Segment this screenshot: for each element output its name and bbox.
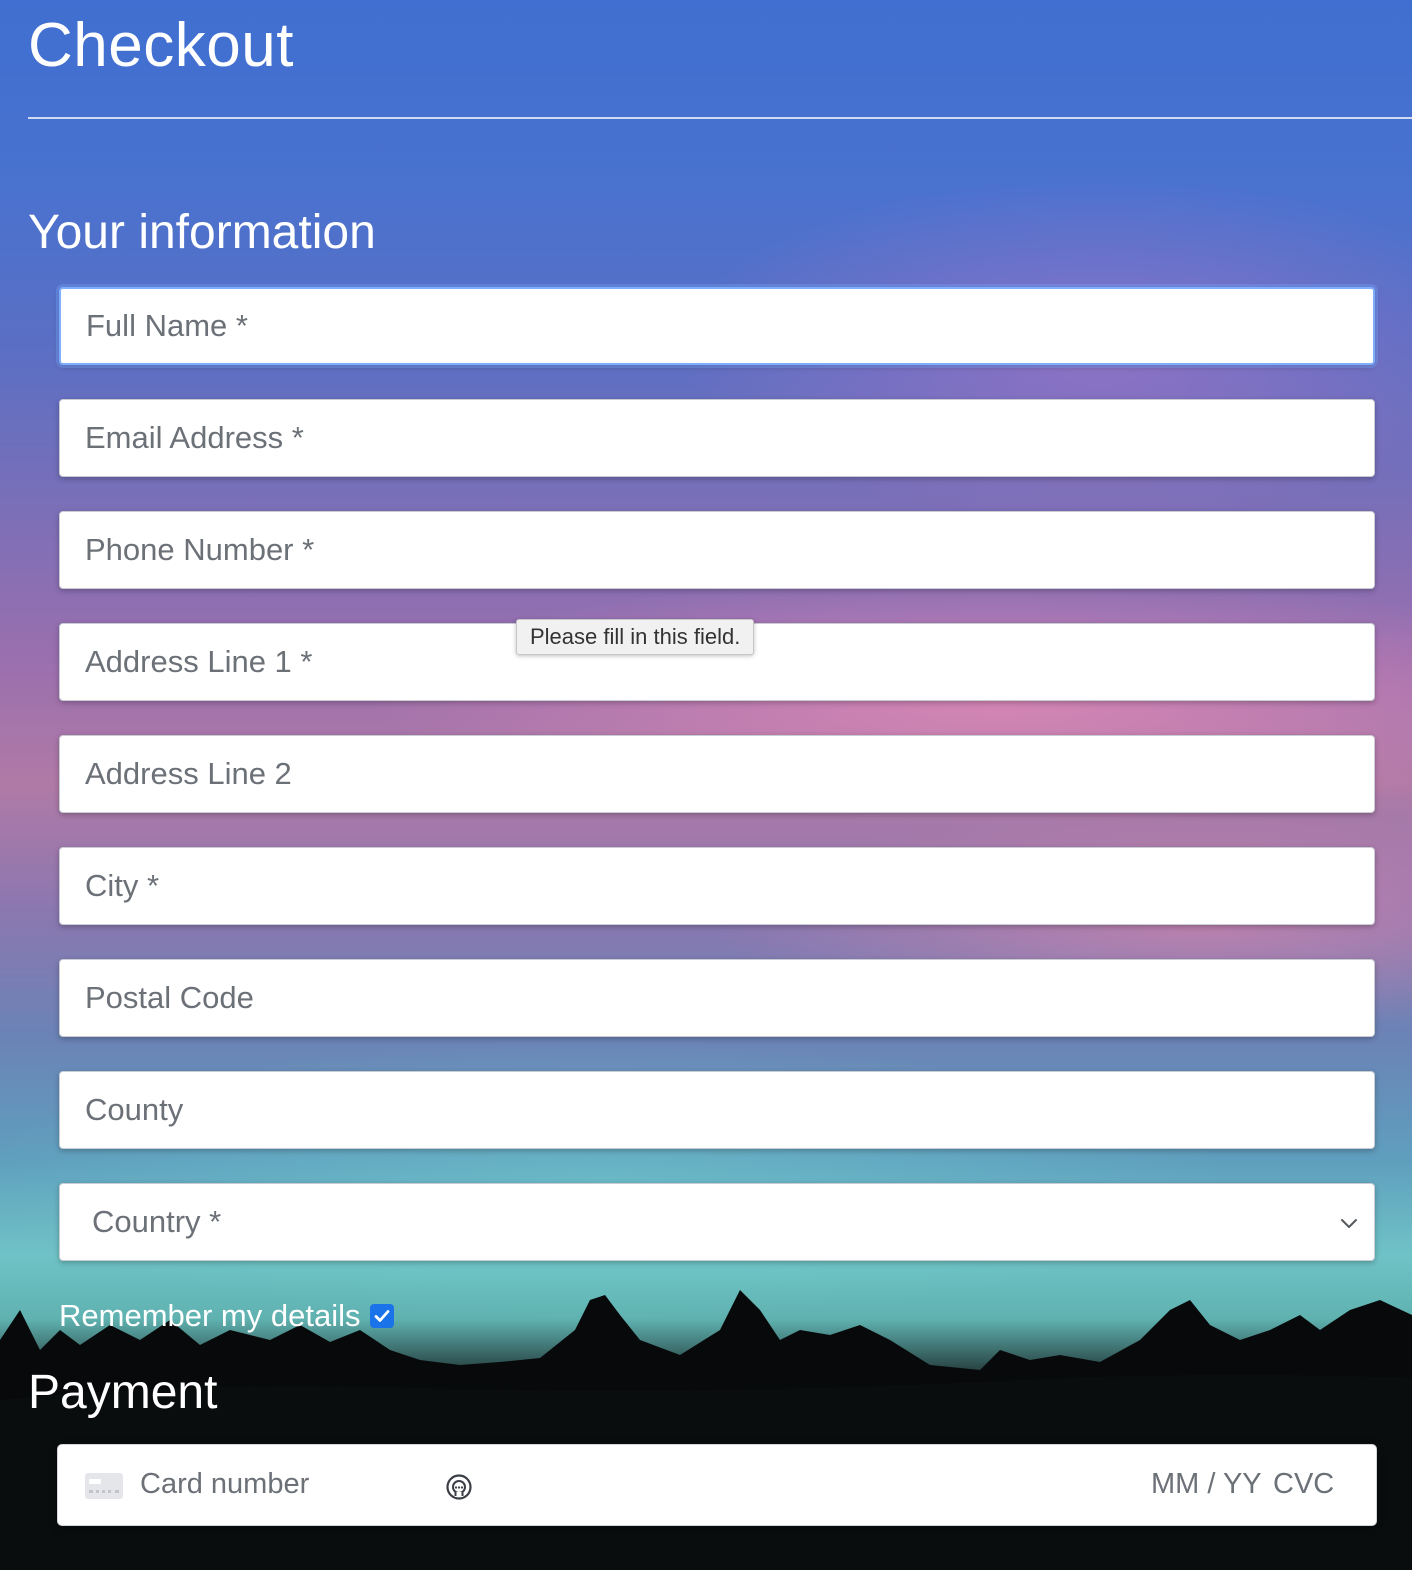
full-name-input[interactable]: Full Name * [59,287,1375,365]
title-divider [28,117,1412,119]
page-title: Checkout [28,11,294,80]
country-select[interactable]: Country * [59,1183,1375,1261]
email-input[interactable]: Email Address * [59,399,1375,477]
address-line-2-placeholder: Address Line 2 [85,756,292,791]
card-cvc-input[interactable]: CVC [1273,1468,1334,1501]
postal-code-placeholder: Postal Code [85,980,254,1015]
address-line-2-input[interactable]: Address Line 2 [59,735,1375,813]
card-expiry-input[interactable]: MM / YY [1151,1468,1262,1501]
country-placeholder: Country * [92,1204,222,1239]
city-placeholder: City * [85,868,160,903]
your-information-heading: Your information [28,206,376,259]
credit-card-icon [85,1473,123,1499]
email-placeholder: Email Address * [85,420,304,455]
card-number-input[interactable]: Card number [140,1468,309,1501]
remember-details[interactable]: Remember my details [59,1298,395,1334]
phone-input[interactable]: Phone Number * [59,511,1375,589]
phone-placeholder: Phone Number * [85,532,315,567]
checkmark-icon [375,1310,390,1322]
validation-tooltip: Please fill in this field. [516,619,755,655]
full-name-placeholder: Full Name * [86,308,248,343]
checkout-page: Checkout Your information Full Name * Em… [0,0,1412,1570]
county-placeholder: County [85,1092,184,1127]
county-input[interactable]: County [59,1071,1375,1149]
chevron-down-icon [1341,1219,1357,1228]
postal-code-input[interactable]: Postal Code [59,959,1375,1037]
payment-heading: Payment [28,1366,218,1419]
city-input[interactable]: City * [59,847,1375,925]
address-line-1-placeholder: Address Line 1 * [85,644,313,679]
remember-label: Remember my details [59,1298,361,1333]
card-element[interactable]: Card number MM / YY CVC [57,1444,1377,1526]
link-autofill-icon[interactable] [445,1473,473,1501]
remember-checkbox[interactable] [370,1304,395,1328]
